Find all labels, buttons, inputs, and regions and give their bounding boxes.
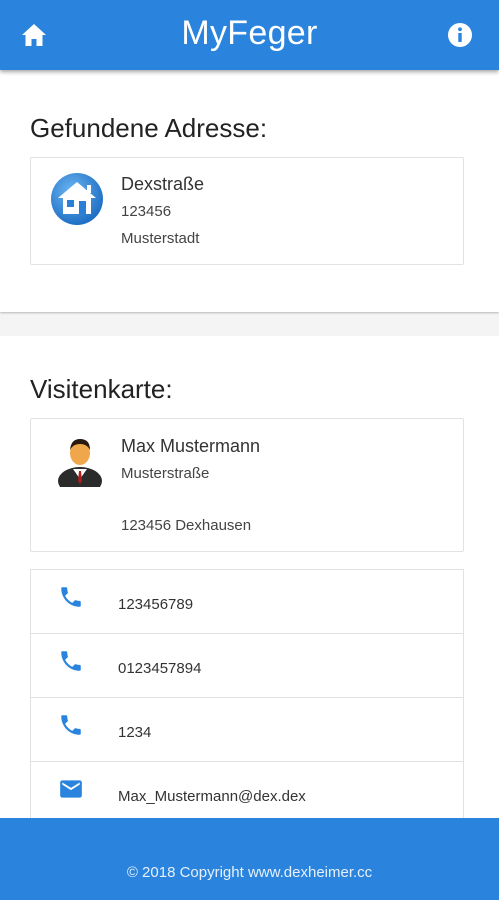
contact-phone-2[interactable]: 0123457894 <box>31 634 463 698</box>
info-button[interactable] <box>447 22 473 48</box>
address-panel: Gefundene Adresse: Dexstraße 123456 Must… <box>0 70 499 312</box>
contact-phone-1[interactable]: 123456789 <box>31 570 463 634</box>
address-city: Musterstadt <box>121 230 200 247</box>
business-card-panel: Visitenkarte: Max Mustermann Musterstraß… <box>0 336 499 829</box>
contact-email[interactable]: Max_Mustermann@dex.dex <box>31 762 463 826</box>
person-street: Musterstraße <box>121 465 210 482</box>
contact-list: 123456789 0123457894 1234 Max_Mustermann… <box>30 569 464 829</box>
person-avatar-icon <box>58 439 102 487</box>
contact-phone-3-value: 1234 <box>118 724 152 741</box>
footer-copyright: © 2018 Copyright www.dexheimer.cc <box>126 864 373 881</box>
app-title: MyFeger <box>181 14 318 52</box>
mail-icon <box>60 780 82 798</box>
person-city: 123456 Dexhausen <box>121 517 252 534</box>
address-section-title: Gefundene Adresse: <box>30 113 268 143</box>
info-icon <box>448 23 472 47</box>
house-icon <box>51 173 103 225</box>
contact-email-value: Max_Mustermann@dex.dex <box>118 788 306 805</box>
contact-phone-3[interactable]: 1234 <box>31 698 463 762</box>
phone-icon <box>61 651 81 671</box>
phone-icon <box>61 715 81 735</box>
contact-phone-2-value: 0123457894 <box>118 660 202 677</box>
person-name: Max Mustermann <box>121 436 261 456</box>
address-zip: 123456 <box>121 203 172 220</box>
business-card-title: Visitenkarte: <box>30 374 173 404</box>
address-street: Dexstraße <box>121 174 205 194</box>
phone-icon <box>61 587 81 607</box>
person-card: Max Mustermann Musterstraße 123456 Dexha… <box>30 418 464 552</box>
address-card: Dexstraße 123456 Musterstadt <box>30 157 464 265</box>
app-header: MyFeger <box>0 0 499 70</box>
page-footer: © 2018 Copyright www.dexheimer.cc <box>0 818 499 900</box>
contact-phone-1-value: 123456789 <box>118 596 194 613</box>
